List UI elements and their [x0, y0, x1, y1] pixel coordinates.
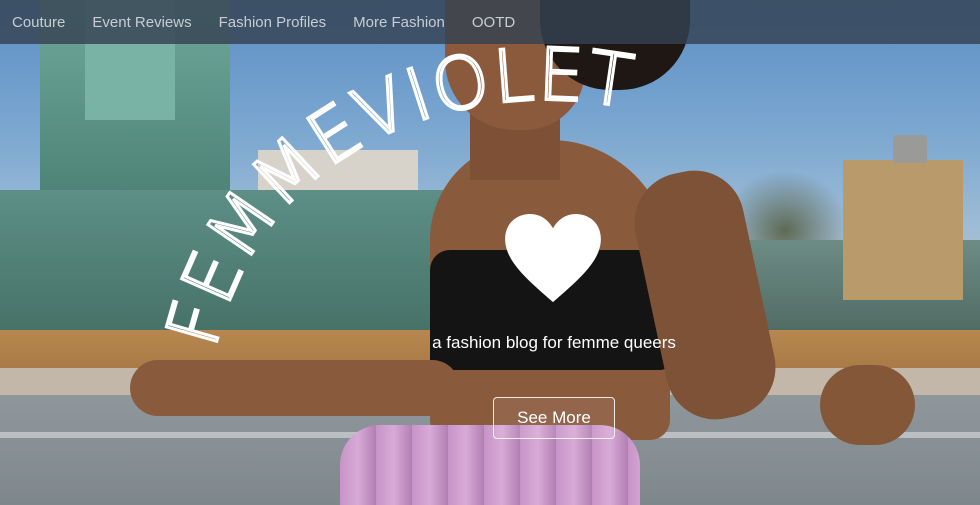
nav-item-event-reviews[interactable]: Event Reviews: [92, 14, 191, 31]
heart-icon: [505, 214, 601, 303]
top-navigation: Couture Event Reviews Fashion Profiles M…: [0, 0, 980, 44]
nav-item-couture[interactable]: Couture: [12, 14, 65, 31]
site-title-arc: FEMMEVIOLET: [148, 31, 640, 356]
hero-banner: FEMMEVIOLET a fashion blog for femme que…: [0, 0, 980, 505]
tagline-text: a fashion blog for femme queers: [432, 333, 676, 352]
nav-item-fashion-profiles[interactable]: Fashion Profiles: [219, 14, 327, 31]
tagline: a fashion blog for femme queers: [0, 333, 980, 353]
nav-item-more-fashion[interactable]: More Fashion: [353, 14, 445, 31]
see-more-button[interactable]: See More: [493, 397, 615, 439]
nav-item-ootd[interactable]: OOTD: [472, 14, 515, 31]
site-title-text: FEMMEVIOLET: [148, 31, 639, 356]
site-title: FEMMEVIOLET: [150, 32, 640, 354]
